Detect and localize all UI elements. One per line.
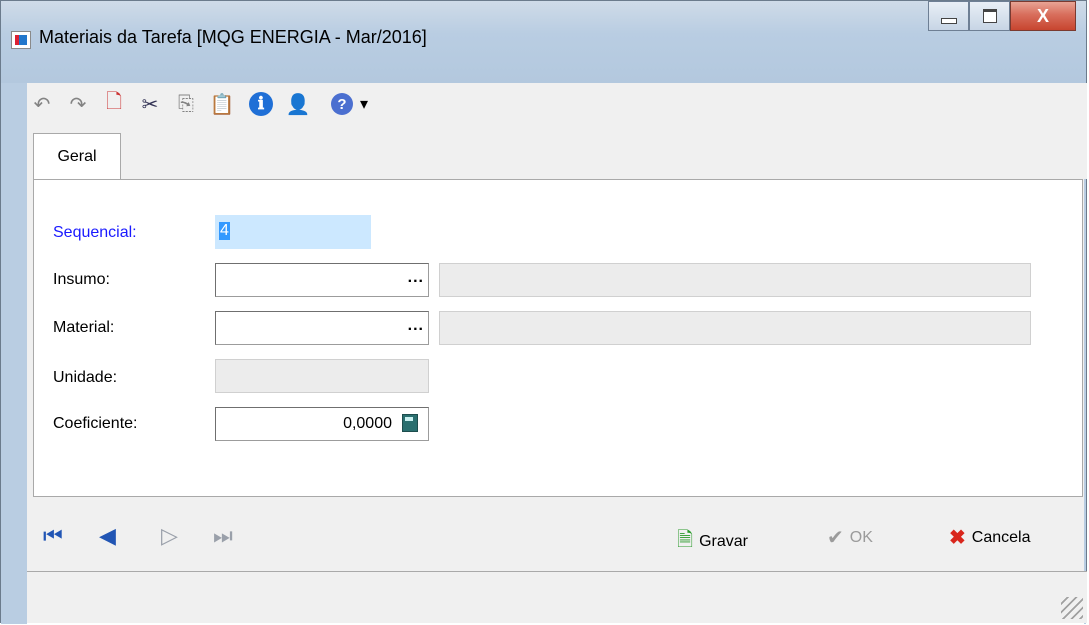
gravar-label: Gravar xyxy=(699,533,748,550)
help-icon[interactable]: ? xyxy=(331,93,353,115)
window-frame-left xyxy=(1,83,27,624)
record-navigation-bar: ⏮ ◀ ▷ ⏭ 🗎 Gravar ✔ OK ✖ Cancela xyxy=(27,511,1087,561)
insumo-description-field xyxy=(439,263,1031,297)
ok-label: OK xyxy=(849,528,873,546)
dialog-window: Materiais da Tarefa [MQG ENERGIA - Mar/2… xyxy=(0,0,1087,624)
insumo-lookup-button[interactable]: ... xyxy=(408,270,424,286)
last-record-icon[interactable]: ⏭ xyxy=(213,523,233,549)
status-bar xyxy=(27,571,1087,623)
tab-strip: Geral xyxy=(27,125,1087,179)
dropdown-arrow-icon[interactable]: ▾ xyxy=(357,89,371,119)
window-controls: X xyxy=(928,1,1076,31)
insumo-label: Insumo: xyxy=(53,271,110,288)
new-document-icon[interactable]: 🗋 xyxy=(99,89,129,119)
cancela-label: Cancela xyxy=(971,528,1031,546)
checkmark-icon: ✔ xyxy=(827,527,844,549)
toolbar: ↶ ↷ 🗋 ✂ ⎘ 📋 ℹ 👤 ? ▾ xyxy=(27,83,1087,125)
sequencial-label: Sequencial: xyxy=(53,224,137,241)
material-lookup-button[interactable]: ... xyxy=(408,318,424,334)
coeficiente-label: Coeficiente: xyxy=(53,415,138,432)
info-icon[interactable]: ℹ xyxy=(249,92,273,116)
insumo-input[interactable]: ... xyxy=(215,263,429,297)
cancela-button[interactable]: ✖ Cancela xyxy=(949,525,1030,550)
minimize-icon xyxy=(940,18,957,24)
previous-record-icon[interactable]: ◀ xyxy=(99,523,116,549)
ok-button[interactable]: ✔ OK xyxy=(827,525,873,550)
first-record-icon[interactable]: ⏮ xyxy=(43,523,63,549)
window-title: Materiais da Tarefa [MQG ENERGIA - Mar/2… xyxy=(39,27,427,47)
app-icon[interactable] xyxy=(11,31,31,49)
calculator-icon[interactable] xyxy=(402,414,418,432)
maximize-button[interactable] xyxy=(969,1,1010,31)
coeficiente-input[interactable]: 0,0000 xyxy=(215,407,429,441)
sequencial-value: 4 xyxy=(219,222,230,240)
save-icon: 🗎 xyxy=(677,529,694,551)
user-icon[interactable]: 👤 xyxy=(283,89,313,119)
unidade-label: Unidade: xyxy=(53,369,118,386)
paste-icon[interactable]: 📋 xyxy=(207,89,237,119)
copy-icon[interactable]: ⎘ xyxy=(171,89,201,119)
title-bar[interactable]: Materiais da Tarefa [MQG ENERGIA - Mar/2… xyxy=(1,1,1086,83)
next-record-icon[interactable]: ▷ xyxy=(161,523,178,549)
maximize-icon xyxy=(982,9,997,23)
coeficiente-value: 0,0000 xyxy=(343,415,392,432)
sequencial-field[interactable]: 4 xyxy=(215,215,371,249)
material-input[interactable]: ... xyxy=(215,311,429,345)
material-label: Material: xyxy=(53,319,115,336)
close-button[interactable]: X xyxy=(1010,1,1076,31)
tab-geral[interactable]: Geral xyxy=(33,133,121,179)
gravar-button[interactable]: 🗎 Gravar xyxy=(677,525,748,559)
redo-icon[interactable]: ↷ xyxy=(63,89,93,119)
cut-icon[interactable]: ✂ xyxy=(135,89,165,119)
undo-icon[interactable]: ↶ xyxy=(27,89,57,119)
cancel-icon: ✖ xyxy=(949,527,966,549)
unidade-field xyxy=(215,359,429,393)
minimize-button[interactable] xyxy=(928,1,969,31)
material-description-field xyxy=(439,311,1031,345)
close-icon: X xyxy=(1036,5,1049,26)
resize-grip-icon[interactable] xyxy=(1061,597,1083,619)
